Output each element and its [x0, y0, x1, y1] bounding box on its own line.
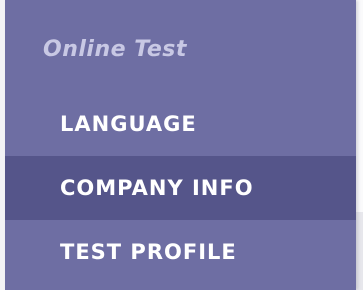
sidebar: Online Test LANGUAGE COMPANY INFO TEST P… — [5, 0, 356, 290]
sidebar-item-label: COMPANY INFO — [60, 176, 254, 200]
sidebar-section-title: Online Test — [43, 37, 187, 62]
sidebar-item-label: TEST PROFILE — [60, 240, 237, 264]
sidebar-nav: LANGUAGE COMPANY INFO TEST PROFILE — [5, 92, 356, 284]
sidebar-item-language[interactable]: LANGUAGE — [5, 92, 356, 156]
sidebar-item-test-profile[interactable]: TEST PROFILE — [5, 220, 356, 284]
sidebar-item-company-info[interactable]: COMPANY INFO — [5, 156, 356, 220]
content-edge-lower — [356, 212, 363, 290]
sidebar-item-label: LANGUAGE — [60, 112, 197, 136]
